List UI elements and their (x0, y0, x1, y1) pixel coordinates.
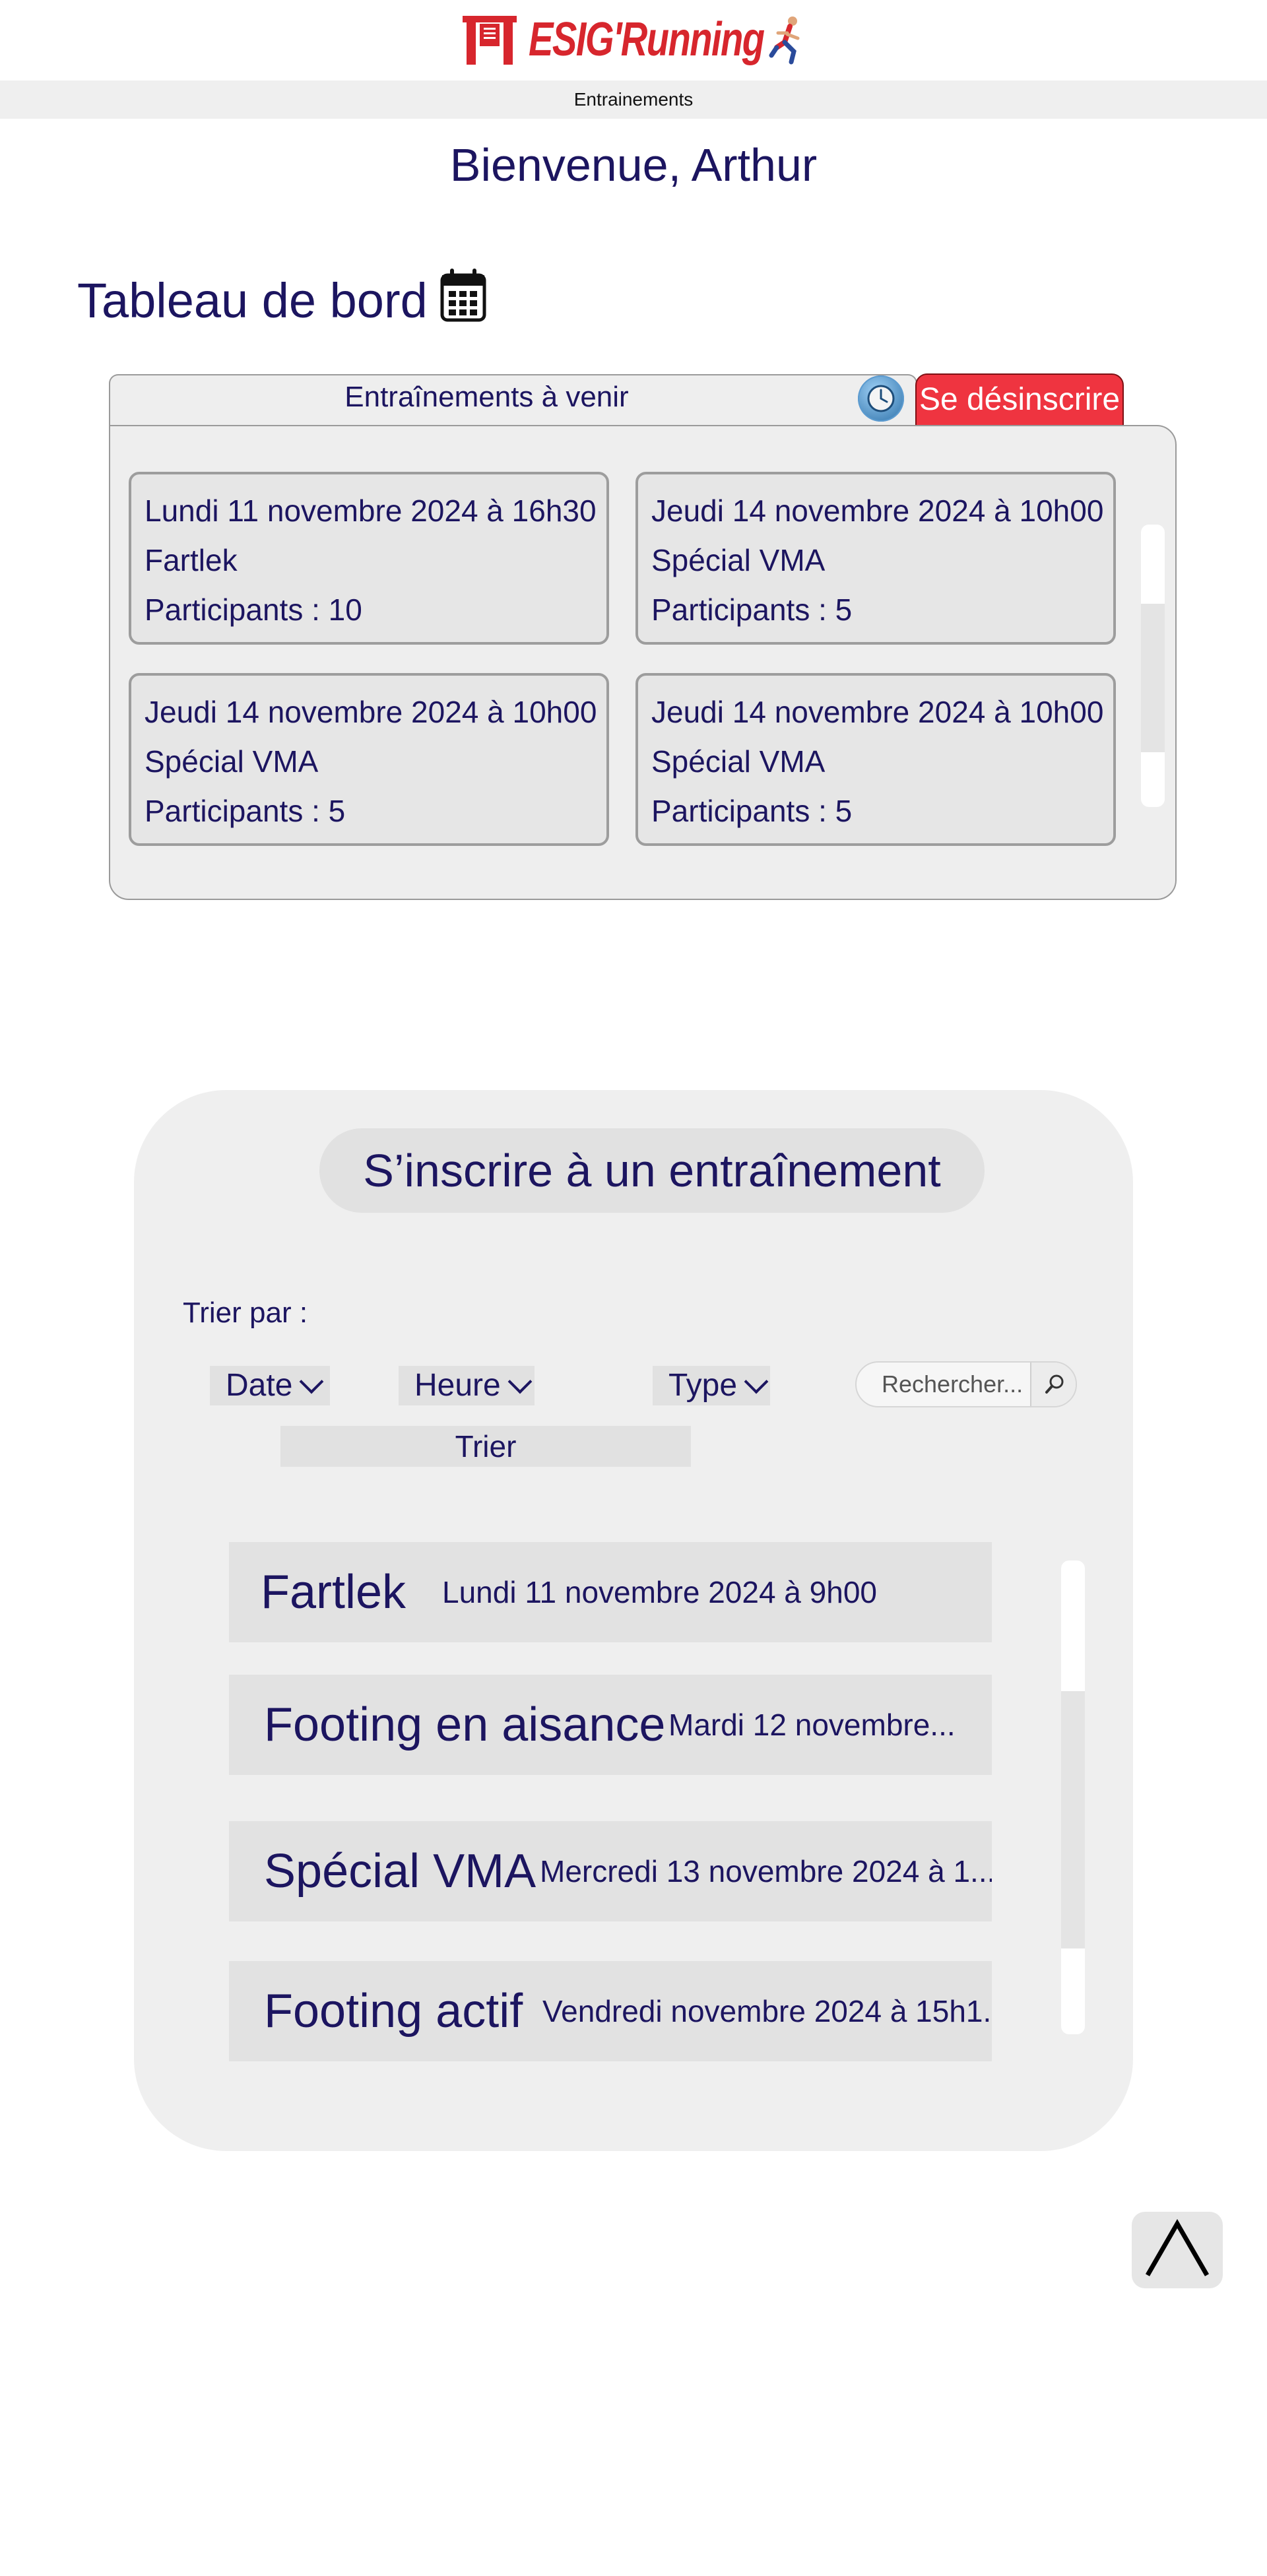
nav-link-entrainements[interactable]: Entrainements (574, 89, 694, 110)
training-date: Mardi 12 novembre... (668, 1708, 956, 1742)
runner-icon (767, 13, 807, 66)
card-participants: Participants : 5 (651, 593, 853, 627)
training-row[interactable]: Fartlek Lundi 11 novembre 2024 à 9h00 (229, 1542, 992, 1642)
training-date: Mercredi 13 novembre 2024 à 1... (540, 1854, 992, 1888)
training-row[interactable]: Footing actif Vendredi novembre 2024 à 1… (229, 1961, 992, 2061)
upcoming-scrollbar-thumb[interactable] (1141, 604, 1165, 752)
unsubscribe-button[interactable]: Se désinscrire (915, 373, 1124, 426)
chevron-up-icon (1145, 2218, 1210, 2276)
chevron-down-icon (300, 1369, 324, 1394)
card-date: Jeudi 14 novembre 2024 à 10h00 (145, 695, 597, 729)
training-name: Footing actif (264, 1985, 523, 2038)
sort-label: Trier par : (183, 1297, 308, 1329)
card-type: Spécial VMA (651, 744, 826, 779)
training-row[interactable]: Footing en aisance Mardi 12 novembre... (229, 1675, 992, 1775)
training-row[interactable]: Spécial VMA Mercredi 13 novembre 2024 à … (229, 1821, 992, 1921)
upcoming-tab-title: Entraînements à venir (344, 381, 629, 413)
card-participants: Participants : 5 (651, 794, 853, 828)
search-box (855, 1361, 1077, 1407)
training-card[interactable]: Jeudi 14 novembre 2024 à 10h00 Spécial V… (635, 673, 1116, 846)
card-participants: Participants : 10 (145, 593, 362, 627)
type-dropdown[interactable]: Type (653, 1366, 770, 1405)
type-dropdown-label: Type (668, 1368, 738, 1403)
card-type: Fartlek (145, 543, 238, 577)
trainings-scrollbar-thumb[interactable] (1061, 1691, 1085, 1948)
date-dropdown-label: Date (226, 1368, 293, 1403)
card-date: Lundi 11 novembre 2024 à 16h30 (145, 494, 597, 528)
welcome-message: Bienvenue, Arthur (449, 139, 818, 191)
register-title: S’inscrire à un entraînement (319, 1128, 985, 1213)
chevron-down-icon (744, 1369, 769, 1394)
training-date: Vendredi novembre 2024 à 15h1.. (542, 1994, 992, 2028)
training-card[interactable]: Lundi 11 novembre 2024 à 16h30 Fartlek P… (129, 472, 609, 645)
search-button[interactable] (1030, 1363, 1076, 1406)
card-type: Spécial VMA (145, 744, 319, 779)
nav-bar: Entrainements (0, 80, 1267, 119)
header-logo[interactable]: ESIG'Running (0, 0, 1267, 79)
brand-name: ESIG'Running (529, 13, 765, 66)
back-to-top-button[interactable] (1132, 2212, 1223, 2288)
dashboard-title: Tableau de bord (77, 267, 487, 334)
calendar-icon[interactable] (439, 267, 487, 334)
card-date: Jeudi 14 novembre 2024 à 10h00 (651, 695, 1104, 729)
training-card[interactable]: Jeudi 14 novembre 2024 à 10h00 Spécial V… (635, 472, 1116, 645)
gate-logo-icon (460, 13, 519, 66)
training-name: Fartlek (261, 1566, 406, 1619)
training-name: Footing en aisance (264, 1698, 666, 1751)
training-name: Spécial VMA (264, 1845, 536, 1898)
card-date: Jeudi 14 novembre 2024 à 10h00 (651, 494, 1104, 528)
hour-dropdown[interactable]: Heure (399, 1366, 535, 1405)
training-card[interactable]: Jeudi 14 novembre 2024 à 10h00 Spécial V… (129, 673, 609, 846)
clock-icon[interactable] (858, 375, 904, 422)
search-icon (1045, 1374, 1064, 1394)
card-type: Spécial VMA (651, 543, 826, 577)
chevron-down-icon (507, 1369, 533, 1394)
card-participants: Participants : 5 (145, 794, 346, 828)
hour-dropdown-label: Heure (414, 1368, 501, 1403)
date-dropdown[interactable]: Date (210, 1366, 330, 1405)
training-date: Lundi 11 novembre 2024 à 9h00 (442, 1575, 878, 1609)
dashboard-title-text: Tableau de bord (77, 273, 428, 328)
sort-button[interactable]: Trier (280, 1426, 691, 1467)
search-input[interactable] (857, 1363, 1029, 1406)
